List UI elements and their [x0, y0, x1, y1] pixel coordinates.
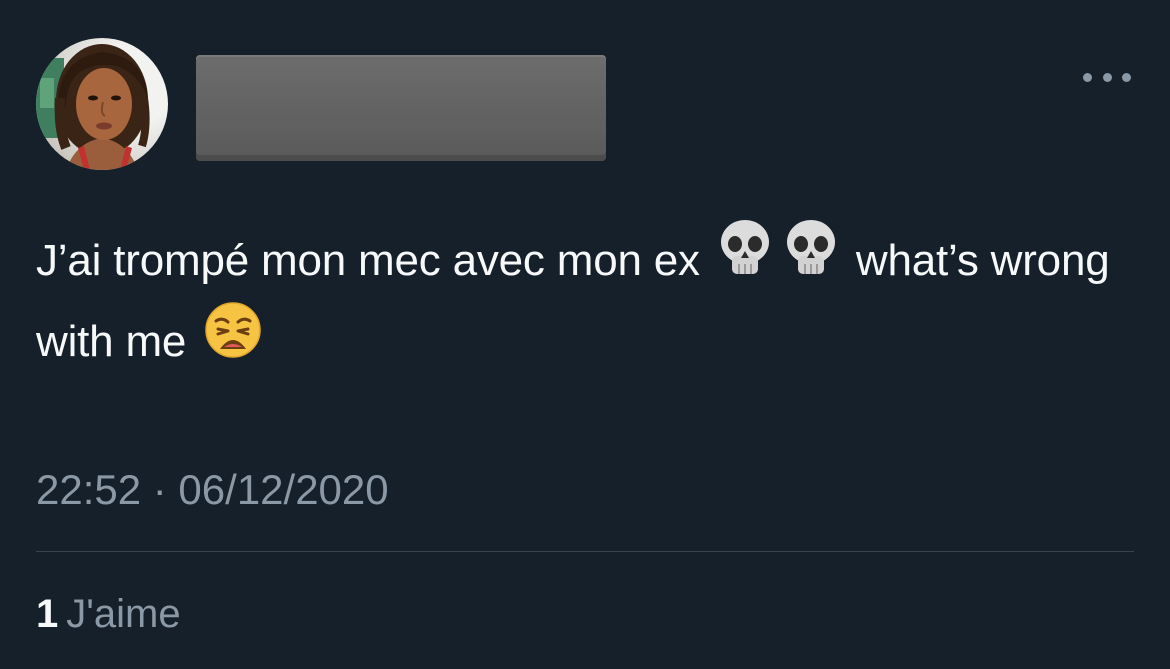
dot: [1102, 72, 1112, 82]
skull-icon: [718, 218, 772, 301]
weary-face-icon: [204, 301, 262, 380]
likes-label: J'aime: [66, 592, 181, 636]
skull-icon: [784, 218, 838, 301]
tweet-text-part1: J’ai trompé mon mec avec mon ex: [36, 236, 700, 286]
more-options-icon[interactable]: [1083, 62, 1131, 92]
likes-count: 1: [36, 592, 59, 636]
author-name-redaction: [196, 55, 606, 161]
divider: [36, 551, 1134, 552]
tweet-text: J’ai trompé mon mec avec mon ex what’s w…: [36, 220, 1136, 384]
dot: [1083, 72, 1092, 82]
dot: [1122, 72, 1131, 82]
tweet-timestamp[interactable]: 22:52 · 06/12/2020: [36, 462, 389, 518]
author-avatar[interactable]: [36, 38, 168, 170]
avatar-image: [36, 44, 150, 170]
likes-stat[interactable]: 1 J'aime: [36, 588, 181, 640]
tweet-card: J’ai trompé mon mec avec mon ex what’s w…: [0, 0, 1170, 669]
